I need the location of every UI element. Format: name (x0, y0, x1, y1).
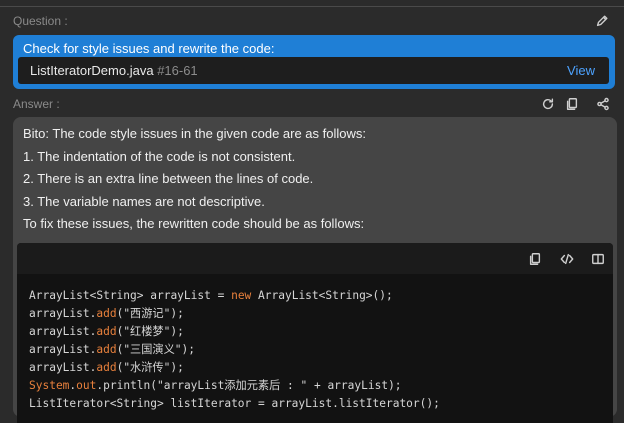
code-token: add (96, 361, 117, 374)
refresh-icon[interactable] (540, 96, 556, 112)
question-prompt: Check for style issues and rewrite the c… (23, 41, 275, 56)
answer-line: 2. There is an extra line between the li… (23, 171, 314, 186)
code-line: arrayList.add("三国演义"); (29, 341, 440, 359)
answer-line: 3. The variable names are not descriptiv… (23, 194, 265, 209)
copy-icon[interactable] (527, 251, 543, 267)
code-token: System (29, 379, 70, 392)
copy-icon[interactable] (564, 96, 580, 112)
file-name: ListIteratorDemo.java #16-61 (30, 63, 198, 78)
code-line: ArrayList<String> arrayList = new ArrayL… (29, 287, 440, 305)
answer-line: Bito: The code style issues in the given… (23, 126, 367, 141)
code-token: ("水浒传"); (116, 361, 184, 374)
code-token: out (76, 379, 97, 392)
code-token: ("红楼梦"); (116, 325, 184, 338)
code-block: ArrayList<String> arrayList = new ArrayL… (17, 243, 613, 423)
top-divider (0, 6, 624, 7)
code-token: ("三国演义"); (116, 343, 196, 356)
code-token: ArrayList<String> arrayList = (29, 289, 232, 302)
answer-line: To fix these issues, the rewritten code … (23, 216, 365, 231)
code-icon[interactable] (559, 251, 575, 267)
code-token: ArrayList<String>(); (251, 289, 393, 302)
code-content: ArrayList<String> arrayList = new ArrayL… (29, 287, 440, 413)
code-token: arrayList. (29, 307, 97, 320)
file-reference: ListIteratorDemo.java #16-61 View (18, 57, 609, 84)
code-line: arrayList.add("西游记"); (29, 305, 440, 323)
file-line-range: #16-61 (157, 63, 198, 78)
code-token: add (96, 343, 117, 356)
answer-box: Bito: The code style issues in the given… (13, 117, 617, 423)
split-view-icon[interactable] (590, 251, 606, 267)
code-token: arrayList. (29, 343, 97, 356)
code-token: add (96, 325, 117, 338)
share-icon[interactable] (595, 96, 611, 112)
code-line: ListIterator<String> listIterator = arra… (29, 395, 440, 413)
pencil-icon[interactable] (594, 13, 610, 29)
code-token: ("西游记"); (116, 307, 184, 320)
file-name-text: ListIteratorDemo.java (30, 63, 154, 78)
code-line: arrayList.add("水浒传"); (29, 359, 440, 377)
code-line: arrayList.add("红楼梦"); (29, 323, 440, 341)
code-token: arrayList. (29, 325, 97, 338)
code-token: ListIterator<String> listIterator = arra… (29, 397, 440, 410)
code-line: System.out.println("arrayList添加元素后 : " +… (29, 377, 440, 395)
code-token: new (231, 289, 252, 302)
code-token: arrayList. (29, 361, 97, 374)
code-token: add (96, 307, 117, 320)
question-label: Question : (13, 14, 68, 28)
view-link[interactable]: View (567, 63, 595, 78)
question-box: Check for style issues and rewrite the c… (13, 35, 615, 89)
code-toolbar (17, 243, 613, 274)
answer-line: 1. The indentation of the code is not co… (23, 149, 296, 164)
answer-label: Answer : (13, 97, 60, 111)
code-token: .println("arrayList添加元素后 : " + arrayList… (96, 379, 402, 392)
